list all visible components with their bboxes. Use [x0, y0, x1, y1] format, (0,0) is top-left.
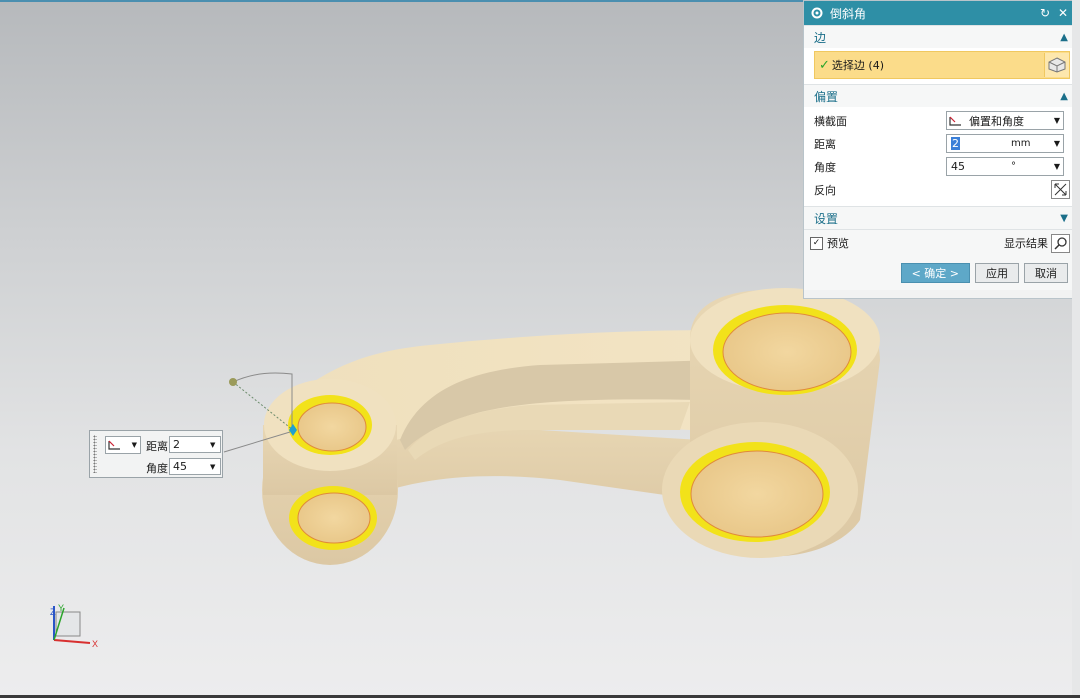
x-axis-label: X [92, 639, 98, 649]
large-hole-front [690, 450, 824, 538]
x-axis-line [53, 639, 91, 644]
small-hole-top [297, 402, 367, 452]
cancel-button[interactable]: 取消 [1024, 263, 1068, 283]
reverse-arrows-icon [1054, 183, 1067, 196]
reverse-row: 反向 [814, 178, 1070, 201]
ok-button[interactable]: < 确定 > [900, 263, 970, 283]
cross-section-label: 横截面 [814, 114, 847, 128]
preview-checkbox[interactable]: ✓ [810, 236, 823, 250]
magnifier-icon [1053, 237, 1067, 250]
preview-label: 预览 [827, 237, 849, 250]
distance-unit: mm [1011, 138, 1031, 149]
chevron-down-icon[interactable]: ▼ [1051, 162, 1063, 171]
angle-row: 角度 45 ° ▼ [814, 155, 1070, 178]
chevron-down-icon[interactable]: ▼ [210, 441, 220, 449]
select-edge-label: 选择边 (4) [831, 59, 884, 72]
part-model[interactable] [262, 288, 880, 565]
section-title-settings: 设置 [814, 211, 839, 226]
cross-section-value: 偏置和角度 [969, 114, 1024, 128]
dynamic-input-box: ▼ 距离 2 ▼ 角度 45 ▼ [89, 430, 223, 478]
gear-icon [811, 7, 823, 19]
chevron-down-icon[interactable]: ▼ [210, 463, 220, 471]
chevron-up-icon[interactable]: ▲ [1060, 32, 1068, 43]
chevron-down-icon[interactable]: ▼ [1051, 116, 1063, 125]
angle-drag-ball[interactable] [229, 378, 237, 386]
y-axis-label: Y [58, 603, 64, 613]
drag-grip[interactable] [93, 435, 97, 473]
section-header-offset[interactable]: 偏置 ▲ [804, 84, 1076, 107]
small-hole-bottom [297, 492, 371, 544]
large-hole-top [722, 312, 852, 392]
section-header-settings[interactable]: 设置 ▼ [804, 206, 1076, 229]
show-result-button[interactable] [1051, 233, 1070, 253]
section-body-edge: ✓ 选择边 (4) [804, 48, 1076, 84]
reset-icon[interactable]: ↻ [1038, 6, 1052, 20]
distance-row: 距离 2 mm ▼ [814, 132, 1070, 155]
section-body-offset: 横截面 偏置和角度 ▼ 距离 2 mm ▼ 角度 45 ° ▼ 反向 [804, 107, 1076, 206]
angle-unit: ° [1011, 161, 1016, 172]
close-icon[interactable]: ✕ [1056, 6, 1070, 20]
float-distance-input[interactable]: 2 ▼ [169, 436, 221, 453]
distance-label: 距离 [814, 137, 836, 151]
distance-input[interactable]: 2 mm ▼ [946, 134, 1064, 153]
reverse-label: 反向 [814, 183, 836, 197]
chevron-down-icon[interactable]: ▼ [1060, 213, 1068, 224]
section-title-offset: 偏置 [814, 89, 839, 104]
dialog-button-row: < 确定 > 应用 取消 [804, 256, 1076, 290]
float-distance-label: 距离 [146, 440, 168, 453]
dialog-titlebar: 倒斜角 ↻ ✕ [804, 1, 1076, 25]
chevron-up-icon[interactable]: ▲ [1060, 91, 1068, 102]
float-angle-value: 45 [173, 460, 187, 473]
select-edge-row[interactable]: ✓ 选择边 (4) [814, 51, 1070, 79]
angle-label: 角度 [814, 160, 836, 174]
z-axis-label: Z [50, 607, 56, 617]
cross-section-row: 横截面 偏置和角度 ▼ [814, 109, 1070, 132]
offset-angle-icon [949, 116, 961, 126]
cross-section-mini-combo[interactable]: ▼ [105, 436, 141, 454]
chevron-down-icon[interactable]: ▼ [1051, 139, 1063, 148]
reverse-direction-button[interactable] [1051, 180, 1070, 199]
preview-row: ✓ 预览 显示结果 [804, 229, 1076, 256]
angle-input[interactable]: 45 ° ▼ [946, 157, 1064, 176]
float-distance-value: 2 [173, 438, 180, 451]
angle-value: 45 [951, 160, 965, 173]
chevron-down-icon: ▼ [131, 441, 137, 449]
apply-button[interactable]: 应用 [975, 263, 1019, 283]
chamfer-dialog: 倒斜角 ↻ ✕ 边 ▲ ✓ 选择边 (4) 偏置 ▲ 横截面 偏置和角度 ▼ 距… [803, 0, 1077, 299]
offset-angle-icon [108, 440, 120, 450]
distance-value: 2 [951, 137, 960, 150]
right-panel-edge [1072, 0, 1080, 698]
float-angle-input[interactable]: 45 ▼ [169, 458, 221, 475]
check-icon: ✓ [819, 57, 830, 73]
float-angle-label: 角度 [146, 462, 168, 475]
csys-triad: X Y Z [50, 603, 98, 649]
dialog-title: 倒斜角 [830, 6, 867, 21]
section-header-edge[interactable]: 边 ▲ [804, 25, 1076, 48]
show-result-label: 显示结果 [1004, 237, 1048, 250]
cross-section-select[interactable]: 偏置和角度 ▼ [946, 111, 1064, 130]
section-title-edge: 边 [814, 30, 827, 45]
cube-icon[interactable] [1044, 53, 1069, 77]
